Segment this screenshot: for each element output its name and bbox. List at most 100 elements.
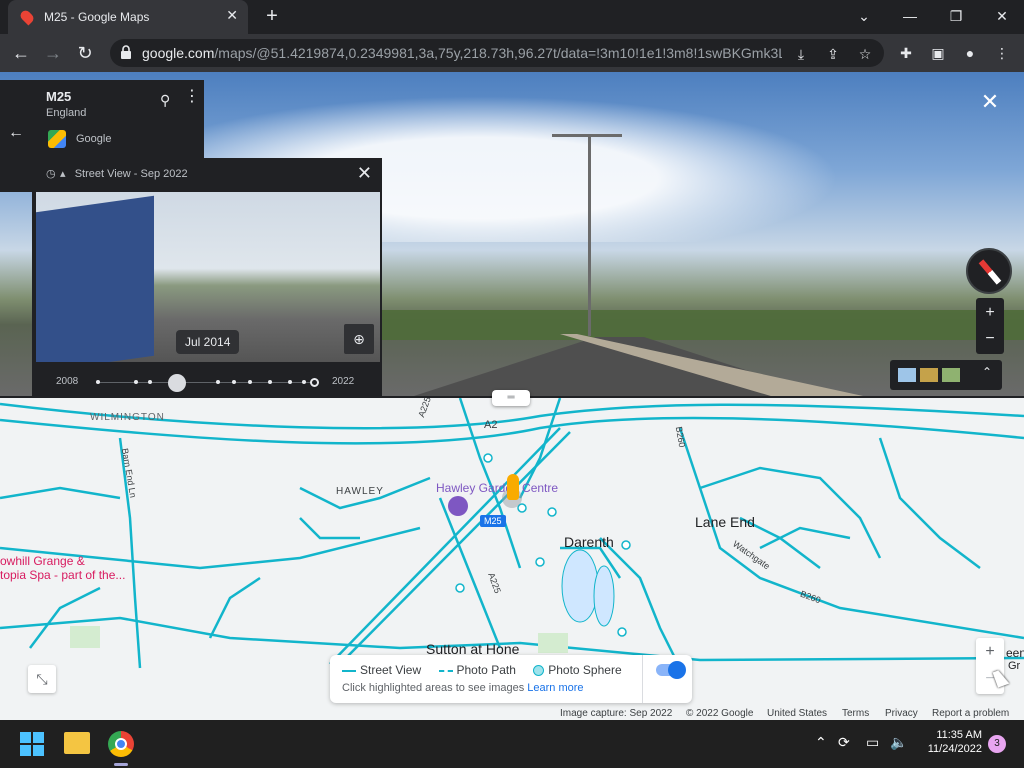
minimize-button[interactable]: — (894, 4, 926, 28)
start-menu-icon[interactable] (20, 732, 44, 756)
country-link[interactable]: United States (767, 708, 827, 719)
street-view-legend: Street View Photo Path Photo Sphere Clic… (330, 655, 692, 703)
notification-badge[interactable]: 3 (988, 735, 1006, 753)
volume-icon[interactable]: 🔈 (890, 734, 907, 751)
chrome-taskbar-icon[interactable] (108, 731, 134, 757)
compass-icon[interactable] (966, 248, 1012, 294)
timeline-current[interactable] (310, 378, 319, 387)
timeline-dot[interactable] (232, 380, 236, 384)
forward-icon[interactable]: → (40, 41, 66, 65)
location-pin-icon[interactable]: ⚲ (160, 92, 170, 109)
street-lamp (588, 136, 591, 336)
timeline-dot[interactable] (288, 380, 292, 384)
legend-street-view: Street View (342, 663, 421, 677)
timeline-dot[interactable] (148, 380, 152, 384)
timeline-dot[interactable] (216, 380, 220, 384)
imagery-thumbnails[interactable]: ⌃ (890, 360, 1002, 390)
street-view-zoom: + − (976, 298, 1004, 354)
restore-button[interactable]: ❐ (940, 4, 972, 28)
timeline-knob[interactable] (168, 374, 186, 392)
active-app-indicator (114, 763, 128, 766)
bookmark-star-icon[interactable]: ☆ (856, 45, 874, 63)
privacy-link[interactable]: Privacy (885, 708, 918, 719)
timeline-dot[interactable] (268, 380, 272, 384)
history-clock-icon: ◷ (46, 168, 56, 180)
timeline-dot[interactable] (248, 380, 252, 384)
address-bar[interactable]: google.com/maps/@51.4219874,0.2349981,3a… (110, 39, 884, 67)
zoom-preview-icon[interactable]: ⊕ (344, 324, 374, 354)
timeline-dot[interactable] (134, 380, 138, 384)
resize-handle[interactable]: ═ (492, 390, 530, 406)
terms-link[interactable]: Terms (842, 708, 869, 719)
time-machine-header[interactable]: ◷ ▴ Street View - Sep 2022 (46, 167, 188, 180)
back-icon[interactable]: ← (8, 41, 34, 65)
dashed-line-icon (438, 669, 453, 672)
street-lamp-arm (552, 134, 622, 137)
clock-date: 11/24/2022 (927, 743, 982, 755)
url-text: google.com/maps/@51.4219874,0.2349981,3a… (142, 45, 782, 61)
system-clock[interactable]: 11:35 AM 11/24/2022 (918, 729, 982, 755)
reload-icon[interactable]: ↻ (72, 41, 98, 65)
sv-zoom-out-button[interactable]: − (976, 327, 1004, 351)
thumbnail-green[interactable] (942, 368, 960, 382)
truck-image (36, 195, 154, 362)
tab-title: M25 - Google Maps (44, 10, 150, 24)
install-app-icon[interactable]: ⤓ (792, 45, 810, 63)
map-label-poi[interactable]: topia Spa - part of the... (0, 568, 125, 582)
report-problem-link[interactable]: Report a problem (932, 708, 1009, 719)
close-window-button[interactable]: ✕ (986, 4, 1018, 28)
place-region: England (46, 107, 87, 119)
tab-search-icon[interactable]: ⌄ (848, 4, 880, 28)
map-label: Gr (1008, 660, 1021, 672)
show-hidden-icons-icon[interactable]: ⌃ (815, 734, 827, 751)
profile-avatar-icon[interactable]: ● (960, 43, 980, 63)
image-capture-date: Image capture: Sep 2022 (560, 708, 673, 719)
timeline-start-label: 2008 (56, 376, 79, 387)
timeline-slider[interactable]: 2008 2022 (52, 374, 364, 394)
side-panel-icon[interactable]: ▣ (928, 43, 948, 63)
pegman-icon[interactable] (507, 474, 519, 500)
tab-google-maps[interactable]: M25 - Google Maps ✕ (8, 0, 248, 34)
map-label-poi[interactable]: owhill Grange & (0, 554, 85, 568)
lock-icon (121, 45, 131, 59)
expand-chevron-icon[interactable]: ⌃ (982, 365, 992, 379)
street-view-layer-toggle[interactable] (656, 661, 686, 679)
map-label: een (1006, 646, 1024, 660)
toggle-knob (668, 661, 686, 679)
timeline-dot[interactable] (96, 380, 100, 384)
selected-date-bubble: Jul 2014 (176, 330, 240, 354)
thumbnail-sand[interactable] (920, 368, 938, 382)
timeline-track (96, 382, 316, 383)
map-label-poi[interactable]: Hawley Garden Centre (436, 481, 558, 495)
sv-zoom-in-button[interactable]: + (976, 301, 1004, 325)
new-tab-button[interactable]: + (260, 4, 284, 28)
windows-taskbar: ⌃ ⟳ ▭ 🔈 11:35 AM 11/24/2022 3 (0, 720, 1024, 768)
time-machine-close-icon[interactable]: ✕ (357, 163, 372, 184)
tab-close-icon[interactable]: ✕ (226, 7, 238, 24)
tab-strip: M25 - Google Maps ✕ + ⌄ — ❐ ✕ (0, 0, 1024, 34)
timeline-dot[interactable] (302, 380, 306, 384)
map-zoom-in-button[interactable]: + (976, 640, 1004, 664)
thumbnail-sky[interactable] (898, 368, 916, 382)
timeline-end-label: 2022 (332, 376, 355, 387)
back-to-map-button[interactable]: ← (0, 80, 32, 192)
close-street-view-icon[interactable]: ✕ (978, 90, 1002, 114)
network-icon[interactable]: ▭ (866, 734, 879, 751)
map-label: Darenth (564, 534, 614, 550)
map-label: A2 (484, 419, 498, 431)
historical-photo-preview[interactable]: Jul 2014 ⊕ (36, 192, 380, 362)
file-explorer-icon[interactable] (64, 732, 90, 754)
clock-time: 11:35 AM (936, 729, 982, 741)
time-machine-panel: ◷ ▴ Street View - Sep 2022 ✕ Jul 2014 ⊕ 2… (32, 158, 382, 404)
solid-line-icon (342, 669, 356, 672)
chrome-menu-icon[interactable]: ⋮ (992, 43, 1012, 63)
learn-more-link[interactable]: Learn more (527, 682, 583, 694)
sync-icon[interactable]: ⟳ (838, 734, 850, 751)
more-options-icon[interactable]: ⋮ (184, 89, 200, 105)
collapse-map-icon[interactable]: ⤡ (28, 665, 56, 693)
extensions-icon[interactable]: ✚ (896, 43, 916, 63)
share-icon[interactable]: ⇪ (824, 45, 842, 63)
place-name: M25 (46, 89, 72, 104)
maps-favicon-icon (18, 8, 36, 26)
compass-needle (978, 259, 1002, 285)
